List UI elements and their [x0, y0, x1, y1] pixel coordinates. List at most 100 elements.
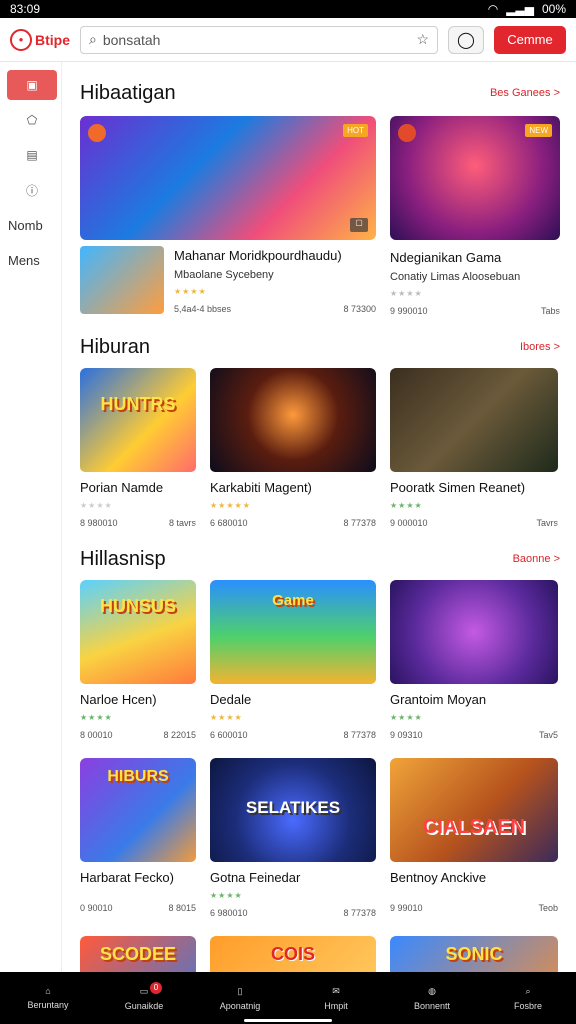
notification-badge: 0 [150, 981, 162, 994]
chat-button[interactable]: ◯ [448, 25, 484, 54]
nav-item-app[interactable]: ▯ Aponatnig [200, 986, 280, 1011]
chat-icon: ◯ [457, 31, 475, 49]
battery-text: 00% [541, 2, 566, 16]
game-card[interactable]: HUNTRS Porian Namde ★★★★ 8 980010 8 tavrs [80, 368, 196, 528]
search-placeholder: bonsatah [102, 31, 161, 48]
wifi-icon: ◠ [487, 2, 499, 16]
game-subtitle: Conatiy Limas Aloosebuan [390, 271, 521, 283]
game-title: Ndegianikan Gama [390, 250, 502, 265]
logo-mark-icon: ● [10, 28, 32, 51]
game-card[interactable]: Game Dedale ★★★★ 6 600010 8 77378 [210, 580, 376, 740]
game-card[interactable]: HUNSUS Narloe Hcen) ★★★★ 8 00010 8 22015 [80, 580, 196, 740]
game-image [390, 368, 558, 472]
search-icon: ⌕ [525, 985, 531, 996]
featured-card[interactable]: HOT ▢ Mahanar Moridkpourdhaudu) Mbaolane… [80, 116, 376, 316]
game-title: Bentnoy Anckive [390, 870, 487, 885]
section-title: Hiburan [80, 335, 151, 358]
see-more-link[interactable]: Baonne > [513, 553, 560, 565]
meta-right: 8 tavrs [168, 518, 196, 528]
top-header: ● Btipe ⌕ bonsatah ☆ ◯ Cemme [0, 18, 576, 62]
rating-stars: ★★★★ [80, 713, 113, 722]
star-icon[interactable]: ☆ [416, 31, 429, 48]
nav-label: Beruntany [27, 1000, 69, 1010]
game-badge-icon [88, 124, 106, 142]
featured-image: HOT ▢ [80, 116, 376, 240]
game-image [390, 580, 558, 684]
game-image: SONIC [390, 936, 558, 972]
game-title: Dedale [210, 692, 252, 707]
rating-stars: ★★★★ [210, 713, 243, 722]
nav-item-home[interactable]: ⌂ Beruntany [8, 986, 88, 1010]
game-card[interactable]: COIS [210, 936, 376, 972]
see-more-link[interactable]: Ibores > [520, 341, 560, 353]
nav-item-hmpit[interactable]: ✉ Hmpit [296, 986, 376, 1011]
home-indicator [244, 1019, 332, 1022]
game-title: Harbarat Fecko) [80, 870, 174, 885]
game-subtitle: Mbaolane Sycebeny [174, 269, 274, 281]
meta-left: 9 99010 [390, 903, 423, 913]
sidebar-item-mens[interactable]: Mens [6, 245, 62, 275]
image-text: HUNSUS [99, 596, 176, 616]
image-text: CIALSAEN [422, 816, 526, 838]
bag-icon: ▤ [26, 148, 38, 162]
nav-label: Hmpit [324, 1000, 348, 1011]
game-image: HUNTRS [80, 368, 196, 472]
game-card[interactable]: SCODEE [80, 936, 196, 972]
image-text: HIBURS [107, 768, 169, 785]
sidebar-item-bag[interactable]: ▤ [7, 140, 57, 170]
meta-right: Teob [538, 903, 558, 913]
app-logo[interactable]: ● Btipe [10, 28, 70, 51]
meta-left: 6 600010 [210, 730, 248, 740]
ticket-icon: ✉ [332, 985, 340, 996]
game-card[interactable]: HIBURS Harbarat Fecko) 0 90010 8 8015 [80, 758, 196, 918]
nav-label: Fosbre [513, 1000, 542, 1011]
nav-label: Bonnentt [413, 1000, 451, 1011]
nav-item-bonnentt[interactable]: ◍ Bonnentt [392, 986, 472, 1011]
meta-right: 8 77378 [343, 908, 376, 918]
game-image: SCODEE [80, 936, 196, 972]
meta-left: 8 980010 [80, 518, 118, 528]
sidebar-item-shapes[interactable]: ⬠ [7, 105, 57, 135]
bottom-nav: ⌂ Beruntany ▭ 0 Gunaikde ▯ Aponatnig ✉ Hmpit … [0, 972, 576, 1024]
book-icon: ▯ [237, 985, 243, 996]
meta-right: 8 22015 [163, 730, 196, 740]
game-card[interactable]: SELATIKES Gotna Feinedar ★★★★ 6 980010 8 … [210, 758, 376, 918]
game-title: Pooratk Simen Reanet) [390, 480, 526, 495]
meta-right: Tav5 [538, 730, 558, 740]
featured-card[interactable]: NEW Ndegianikan Gama Conatiy Limas Aloos… [390, 116, 560, 316]
game-card[interactable]: SONIC [390, 936, 558, 972]
rating-stars: ★★★★ [390, 289, 423, 298]
image-text: COIS [270, 944, 315, 964]
time-text: 83:09 [10, 2, 41, 16]
nav-label: Gunaikde [124, 1000, 164, 1011]
rating-stars: ★★★★ [390, 713, 423, 722]
home-icon: ⌂ [45, 986, 51, 996]
game-card[interactable]: CIALSAEN Bentnoy Anckive 9 99010 Teob [390, 758, 558, 918]
game-image: HIBURS [80, 758, 196, 862]
see-more-link[interactable]: Bes Ganees > [490, 87, 560, 99]
sidebar-item-nomb[interactable]: Nomb [6, 210, 62, 240]
game-title: Karkabiti Magent) [210, 480, 312, 495]
featured-thumb [80, 246, 164, 314]
meta-left: 9 990010 [390, 306, 428, 316]
meta-right: 8 77378 [343, 730, 376, 740]
meta-right: 8 8015 [168, 903, 196, 913]
search-icon: ⌕ [89, 31, 97, 47]
status-icons: ◠ ▂▃▅ 00% [488, 2, 566, 16]
status-bar: 83:09 ◠ ▂▃▅ 00% [0, 0, 576, 18]
nav-item-games[interactable]: ▭ 0 Gunaikde [104, 981, 184, 1011]
meta-right: Tabs [540, 306, 560, 316]
rating-stars: ★★★★ [390, 501, 423, 510]
meta-right: Tavrs [536, 518, 558, 528]
sidebar-item-info[interactable]: ⓘ [7, 175, 57, 205]
game-image [210, 368, 376, 472]
search-input[interactable]: ⌕ bonsatah ☆ [80, 25, 438, 54]
game-card[interactable]: Grantoim Moyan ★★★★ 9 09310 Tav5 [390, 580, 558, 740]
game-card[interactable]: Pooratk Simen Reanet) ★★★★ 9 000010 Tavrs [390, 368, 558, 528]
nav-item-search[interactable]: ⌕ Fosbre [488, 986, 568, 1011]
game-card[interactable]: Karkabiti Magent) ★★★★★ 6 680010 8 77378 [210, 368, 376, 528]
game-image: SELATIKES [210, 758, 376, 862]
gamepad-icon: ▣ [26, 78, 38, 92]
cta-button[interactable]: Cemme [494, 25, 566, 54]
sidebar-item-games[interactable]: ▣ [7, 70, 57, 100]
